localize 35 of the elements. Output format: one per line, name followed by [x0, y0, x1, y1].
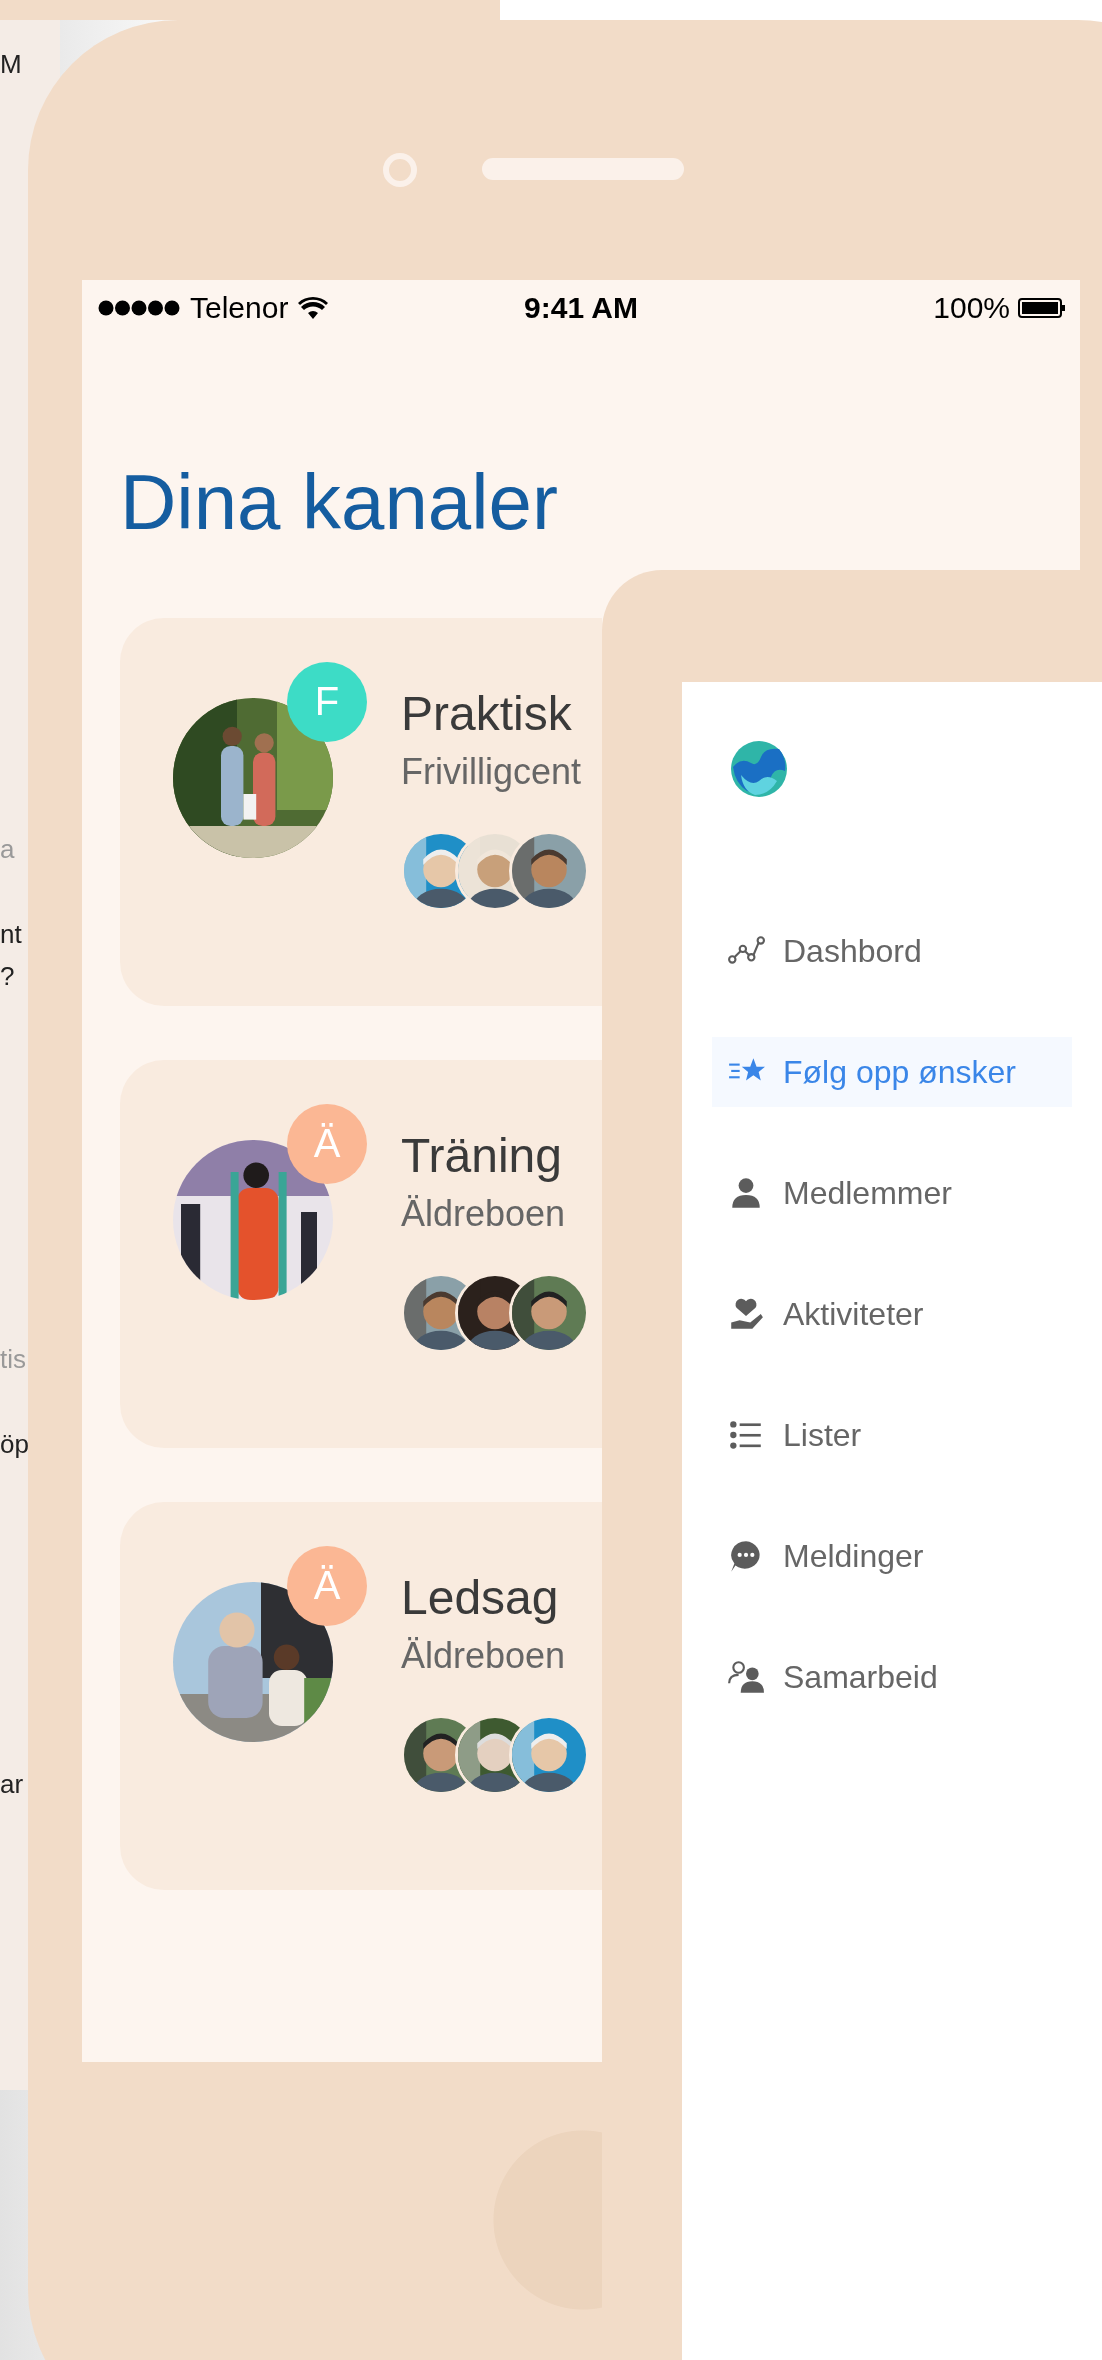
sidebar-item[interactable]: Samarbeid — [682, 1642, 1042, 1712]
channel-organisation: Äldreboen — [401, 1634, 567, 1677]
channel-card[interactable]: Ä Ledsag Äldreboen — [120, 1501, 602, 1890]
sidebar-item[interactable]: Meldinger — [682, 1521, 1042, 1591]
channel-name: Praktisk — [401, 685, 573, 741]
sidebar-item[interactable]: Aktiviteter — [682, 1279, 1042, 1349]
sidebar-item[interactable]: Dashbord — [682, 916, 1042, 986]
sidebar-item[interactable]: Medlemmer — [682, 1158, 1042, 1228]
wifi-icon — [298, 297, 329, 319]
text-fragment: nt — [0, 920, 22, 949]
text-fragment: öp — [0, 1430, 29, 1459]
camera-lens — [383, 153, 417, 187]
text-fragment: ar — [0, 1770, 24, 1799]
channel-badge: Ä — [287, 1545, 367, 1626]
text-fragment: a — [0, 835, 15, 864]
people-icon — [727, 1658, 765, 1696]
sidebar-item[interactable]: Følg opp ønsker — [712, 1037, 1072, 1107]
text-fragment: M — [0, 50, 22, 79]
sidebar-item[interactable]: Lister — [682, 1400, 1042, 1470]
channel-badge: F — [287, 661, 367, 742]
carrier-name: Telenor — [190, 291, 289, 325]
channel-organisation: Frivilligcent — [401, 750, 583, 793]
battery-icon — [1018, 298, 1066, 318]
signal-icon — [98, 300, 180, 316]
page-title: Dina kanaler — [120, 460, 559, 546]
channel-organisation: Äldreboen — [401, 1192, 567, 1235]
channel-card[interactable]: F Praktisk Frivilligcent — [120, 617, 602, 1006]
channel-card[interactable]: Ä Träning Äldreboen — [120, 1059, 602, 1448]
text-fragment: tis — [0, 1345, 26, 1374]
text-fragment: ? — [0, 962, 15, 991]
status-time: 9:41 AM — [524, 291, 638, 325]
channel-badge: Ä — [287, 1103, 367, 1184]
channel-name: Ledsag — [401, 1569, 560, 1625]
battery-percent: 100% — [933, 291, 1010, 325]
channel-name: Träning — [401, 1127, 563, 1183]
